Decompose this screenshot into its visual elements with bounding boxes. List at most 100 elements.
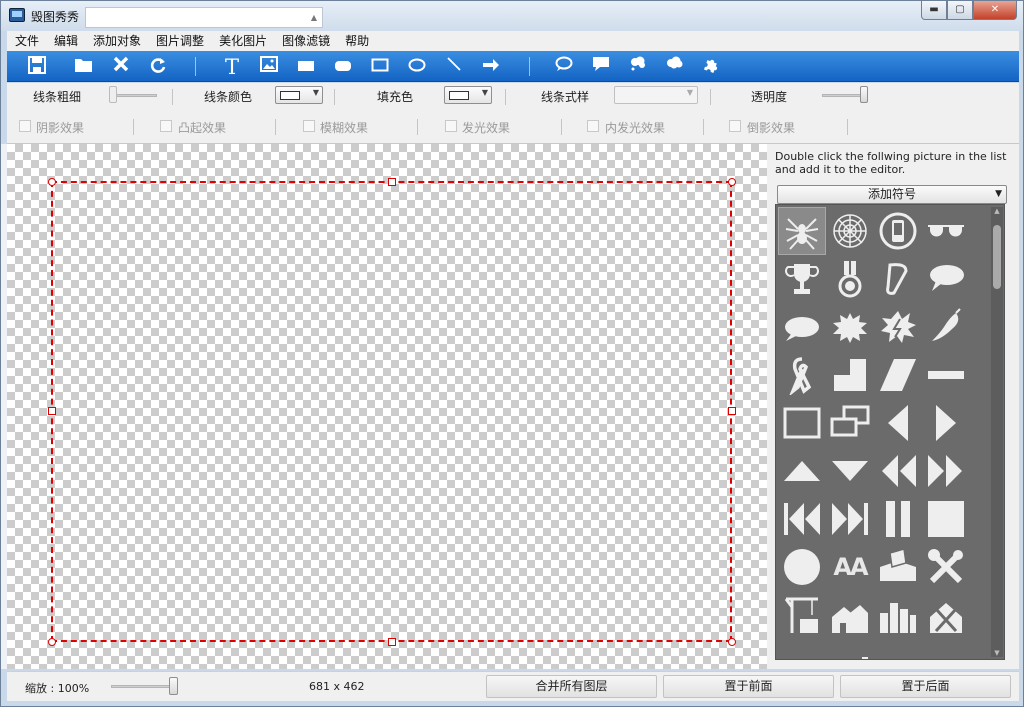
menu-edit[interactable]: 编辑 (46, 31, 85, 51)
spider-icon[interactable] (778, 207, 826, 255)
chili-icon[interactable] (922, 303, 970, 351)
text-icon[interactable]: T (221, 56, 243, 78)
zoom-slider-track[interactable] (111, 685, 177, 688)
chevron-down-icon[interactable]: ▼ (991, 649, 1003, 657)
filled-rectangle-icon[interactable] (295, 56, 317, 78)
resize-handle-bottom-left[interactable] (48, 638, 56, 646)
skip-back-icon[interactable] (778, 495, 826, 543)
editor-canvas[interactable] (7, 144, 767, 669)
image-icon[interactable] (258, 56, 280, 78)
resize-handle-left[interactable] (48, 407, 56, 415)
delete-icon[interactable] (110, 56, 132, 78)
menu-add-object[interactable]: 添加对象 (85, 31, 148, 51)
resize-handle-top[interactable] (388, 178, 396, 186)
temple-icon[interactable] (874, 639, 922, 659)
skip-forward-icon[interactable] (826, 495, 874, 543)
shadow-effect-checkbox[interactable] (19, 120, 31, 132)
chevron-up-icon[interactable]: ▲ (991, 207, 1003, 215)
spider-web-icon[interactable] (826, 207, 874, 255)
symbols-icon[interactable] (778, 639, 826, 659)
medal-icon[interactable] (826, 255, 874, 303)
arrow-icon[interactable] (480, 56, 502, 78)
symbol-category-select[interactable]: 添加符号 ▼ (777, 185, 1007, 204)
resize-handle-bottom-right[interactable] (728, 638, 736, 646)
triangle-down-icon[interactable] (826, 447, 874, 495)
close-button[interactable]: ✕ (973, 1, 1017, 20)
symbol-list[interactable]: AA ▲ ▼ (775, 204, 1005, 660)
send-to-back-button[interactable]: 置于后面 (840, 675, 1011, 698)
scroll-icon[interactable] (874, 255, 922, 303)
line-icon[interactable] (443, 56, 465, 78)
emboss-effect-checkbox[interactable] (160, 120, 172, 132)
fill-color-picker[interactable]: ▼ (444, 86, 492, 104)
cloud-callout-icon[interactable] (664, 56, 686, 78)
horizontal-bar-icon[interactable] (922, 351, 970, 399)
menu-beautify[interactable]: 美化图片 (211, 31, 274, 51)
symbol-list-scrollbar[interactable]: ▲ ▼ (991, 207, 1003, 657)
burst-icon[interactable] (826, 303, 874, 351)
reflection-effect-checkbox[interactable] (729, 120, 741, 132)
title-input[interactable]: ▲ (85, 7, 323, 28)
speech-bubble-icon[interactable] (922, 255, 970, 303)
line-width-slider[interactable] (109, 86, 117, 103)
resize-handle-top-left[interactable] (48, 178, 56, 186)
pause-icon[interactable] (874, 495, 922, 543)
triangle-left-icon[interactable] (874, 399, 922, 447)
circle-icon[interactable] (778, 543, 826, 591)
merge-layers-button[interactable]: 合并所有图层 (486, 675, 657, 698)
scrollbar-thumb[interactable] (993, 225, 1001, 289)
speech-bubble-icon[interactable] (553, 56, 575, 78)
menu-help[interactable]: 帮助 (337, 31, 376, 51)
stacked-frames-icon[interactable] (826, 399, 874, 447)
line-style-select[interactable]: ▼ (614, 86, 698, 104)
triangle-up-icon[interactable] (778, 447, 826, 495)
frame-icon[interactable] (778, 399, 826, 447)
thought-bubble-icon[interactable] (627, 56, 649, 78)
redo-icon[interactable] (147, 56, 169, 78)
filled-rounded-rect-icon[interactable] (332, 56, 354, 78)
inner-glow-effect-checkbox[interactable] (587, 120, 599, 132)
glow-effect-checkbox[interactable] (445, 120, 457, 132)
trophy-icon[interactable] (778, 255, 826, 303)
factory-icon[interactable] (826, 639, 874, 659)
chevron-up-icon[interactable]: ▲ (306, 8, 322, 27)
sunglasses-icon[interactable] (922, 207, 970, 255)
ballot-box-icon[interactable] (874, 543, 922, 591)
checker-squares-icon[interactable] (826, 351, 874, 399)
resize-handle-top-right[interactable] (728, 178, 736, 186)
rectangle-icon[interactable] (369, 56, 391, 78)
menu-file[interactable]: 文件 (7, 31, 46, 51)
opacity-slider[interactable] (860, 86, 868, 103)
line-width-slider-track[interactable] (111, 94, 157, 97)
speech-bubble-left-icon[interactable] (778, 303, 826, 351)
double-right-icon[interactable] (922, 447, 970, 495)
zoom-slider[interactable] (169, 677, 178, 695)
house-outline-icon[interactable] (922, 639, 970, 659)
bring-to-front-button[interactable]: 置于前面 (663, 675, 834, 698)
font-size-icon[interactable]: AA (826, 543, 874, 591)
no-house-icon[interactable] (922, 591, 970, 639)
triangle-right-icon[interactable] (922, 399, 970, 447)
minimize-button[interactable]: ▬ (921, 1, 947, 20)
line-color-picker[interactable]: ▼ (275, 86, 323, 104)
puzzle-icon[interactable] (701, 56, 723, 78)
construction-icon[interactable] (778, 591, 826, 639)
parallelogram-icon[interactable] (874, 351, 922, 399)
blur-effect-checkbox[interactable] (303, 120, 315, 132)
selection-box[interactable] (51, 181, 732, 642)
lightning-burst-icon[interactable] (874, 303, 922, 351)
menu-image-adjust[interactable]: 图片调整 (148, 31, 211, 51)
city-icon[interactable] (874, 591, 922, 639)
resize-handle-right[interactable] (728, 407, 736, 415)
open-folder-icon[interactable] (73, 56, 95, 78)
stop-square-icon[interactable] (922, 495, 970, 543)
houses-icon[interactable] (826, 591, 874, 639)
no-phone-icon[interactable] (874, 207, 922, 255)
ellipse-icon[interactable] (406, 56, 428, 78)
resize-handle-bottom[interactable] (388, 638, 396, 646)
save-icon[interactable] (26, 56, 48, 78)
callout-icon[interactable] (590, 56, 612, 78)
tools-icon[interactable] (922, 543, 970, 591)
menu-filters[interactable]: 图像滤镜 (274, 31, 337, 51)
double-left-icon[interactable] (874, 447, 922, 495)
